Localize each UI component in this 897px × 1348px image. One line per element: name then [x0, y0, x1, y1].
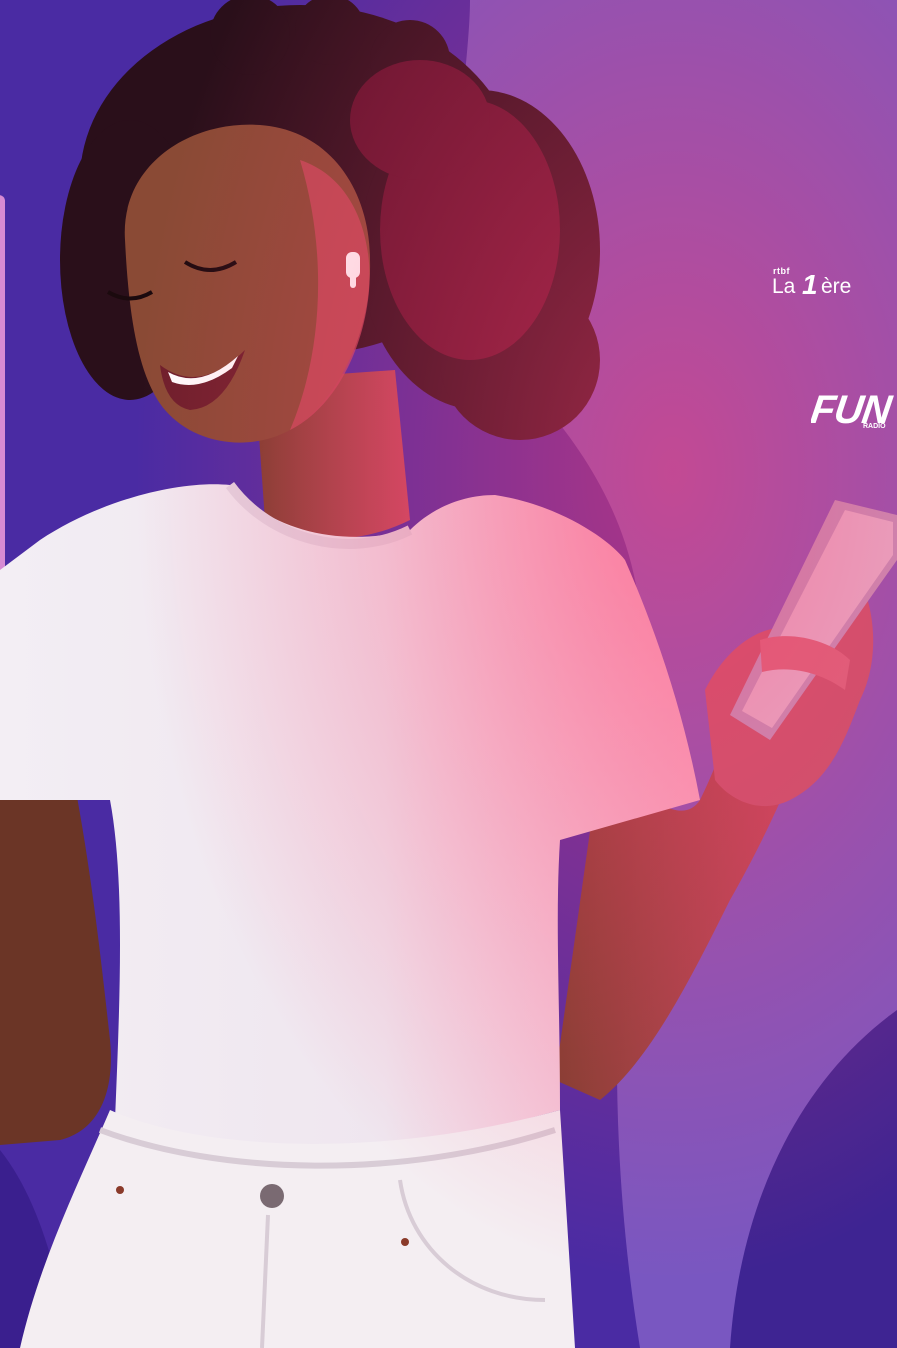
fun-radio-logo[interactable]: FUN RADIO — [811, 388, 897, 442]
radio-subtext: RADIO — [863, 423, 886, 430]
logo-number-one: 1 — [802, 269, 818, 300]
logo-text-ere: ère — [821, 275, 852, 298]
woman-photo — [0, 0, 897, 1348]
neon-glow-overlay — [0, 0, 897, 1348]
la-premiere-logo[interactable]: rtbf La 1 ère — [770, 266, 885, 306]
logo-text-la: La — [772, 275, 796, 298]
